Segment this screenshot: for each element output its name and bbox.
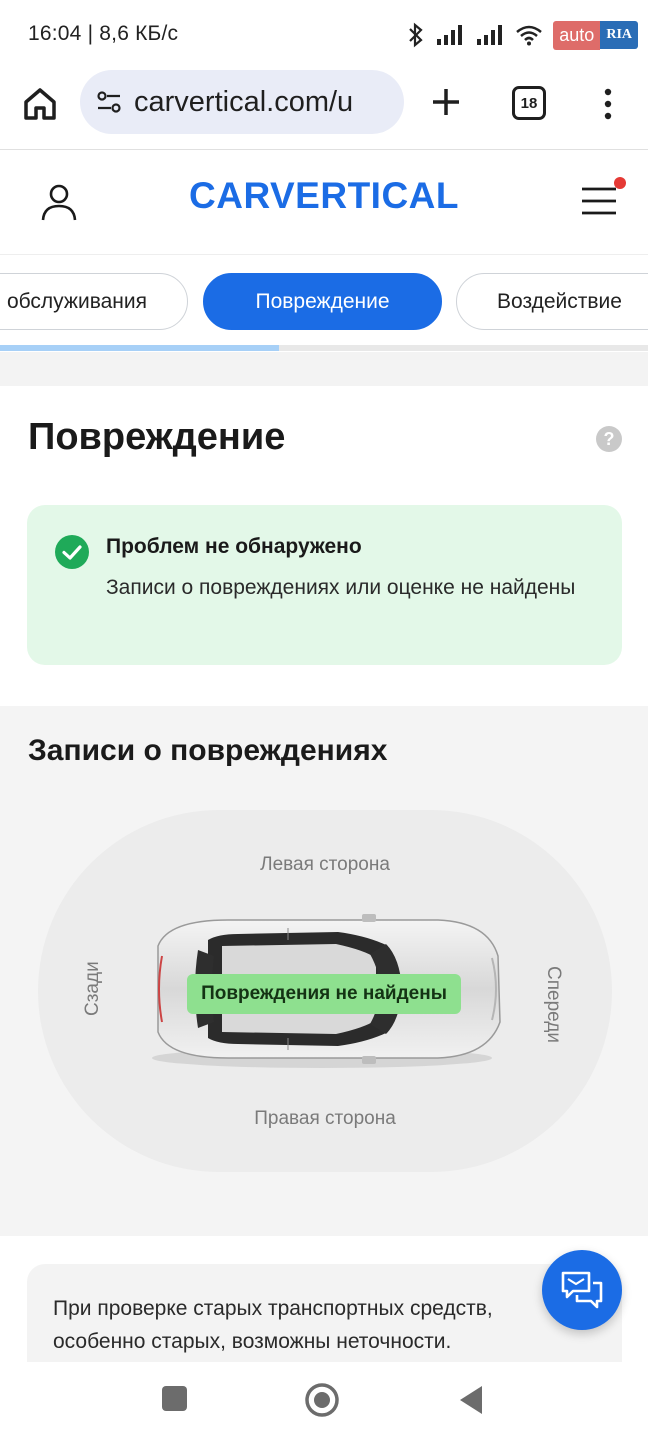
notification-dot — [614, 177, 626, 189]
wifi-icon — [516, 25, 543, 46]
tab-damage[interactable]: Повреждение — [203, 273, 442, 330]
site-settings-icon[interactable] — [94, 87, 124, 117]
tab-impact[interactable]: Воздействие — [456, 273, 648, 330]
status-bar: 16:04 | 8,6 КБ/с auto RIA — [0, 0, 648, 70]
label-front-text: Спереди — [543, 966, 564, 1043]
recents-button[interactable] — [162, 1386, 187, 1411]
status-box: Проблем не обнаружено Записи о поврежден… — [27, 505, 622, 665]
status-icons: auto RIA — [407, 18, 638, 52]
damage-title: Повреждение — [28, 416, 286, 458]
status-time: 16:04 | 8,6 КБ/с — [28, 22, 179, 45]
scroll-progress-bar — [0, 345, 648, 351]
bluetooth-icon — [409, 22, 423, 48]
home-nav-icon[interactable] — [304, 1382, 340, 1418]
note-text: При проверке старых транспортных средств… — [53, 1297, 493, 1353]
autoria-overlay-badge: auto RIA — [553, 19, 638, 51]
damage-records-section: Записи о повреждениях Левая сторона Прав… — [0, 706, 648, 1236]
signal-icon-2 — [477, 25, 503, 45]
no-damage-badge: Повреждения не найдены — [187, 974, 461, 1014]
scroll-progress-fill — [0, 345, 279, 351]
back-nav-icon[interactable] — [456, 1384, 484, 1416]
damage-section: Повреждение ? Проблем не обнаружено Запи… — [0, 386, 648, 706]
tab-service[interactable]: обслуживания — [0, 273, 188, 330]
records-title: Записи о повреждениях — [28, 734, 388, 767]
label-front: Спереди — [542, 966, 564, 1043]
label-right-side: Правая сторона — [254, 1108, 396, 1129]
section-divider — [0, 352, 648, 386]
browser-toolbar: carvertical.com/u 18 — [0, 70, 648, 150]
plus-icon[interactable] — [428, 84, 464, 120]
status-description: Записи о повреждениях или оценке не найд… — [106, 576, 576, 599]
menu-icon[interactable] — [580, 183, 620, 219]
more-vert-icon[interactable] — [596, 84, 620, 124]
status-heading: Проблем не обнаружено — [106, 535, 362, 558]
section-tabs: обслуживания Повреждение Воздействие — [0, 255, 648, 350]
signal-icon — [437, 25, 463, 45]
home-icon[interactable] — [20, 84, 60, 124]
badge-ria: RIA — [600, 21, 638, 49]
chat-icon — [561, 1271, 603, 1309]
check-circle-icon — [55, 535, 89, 569]
help-icon[interactable]: ? — [596, 426, 622, 452]
tab-switcher-button[interactable]: 18 — [512, 86, 546, 120]
site-header: CARVERTICAL — [0, 151, 648, 255]
url-bar[interactable]: carvertical.com/u — [80, 70, 404, 134]
label-left-side: Левая сторона — [260, 854, 390, 875]
car-diagram: Левая сторона Правая сторона Сзади Спере… — [38, 810, 612, 1172]
url-text: carvertical.com/u — [134, 85, 354, 118]
label-rear: Сзади — [82, 961, 104, 1016]
chat-button[interactable] — [542, 1250, 622, 1330]
label-rear-text: Сзади — [82, 961, 103, 1016]
badge-auto: auto — [553, 20, 601, 50]
system-nav-bar — [0, 1362, 648, 1440]
carvertical-logo[interactable]: CARVERTICAL — [0, 175, 648, 217]
